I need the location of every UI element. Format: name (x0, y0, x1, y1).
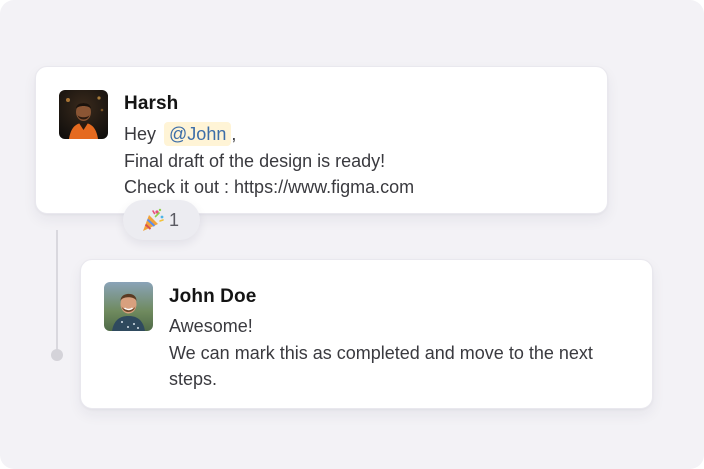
mention-tag[interactable]: @John (164, 122, 232, 146)
message-card-harsh[interactable]: Harsh Hey @John, Final draft of the desi… (35, 66, 608, 214)
greeting-text: Hey (124, 124, 157, 144)
message-line-2: We can mark this as completed and move t… (169, 342, 593, 390)
message-line-3: Check it out : https://www.figma.com (124, 177, 415, 197)
avatar-john-doe[interactable] (104, 282, 153, 331)
comment-thread-canvas: Harsh Hey @John, Final draft of the desi… (0, 0, 704, 469)
message-body: Hey @John, Final draft of the design is … (124, 121, 414, 201)
message-card-john-doe[interactable]: John Doe Awesome! We can mark this as co… (80, 259, 653, 409)
author-name[interactable]: Harsh (124, 93, 178, 115)
message-line-1: Hey @John, (124, 121, 414, 148)
message-line-2: Final draft of the design is ready! (124, 150, 386, 171)
avatar-harsh[interactable] (59, 90, 108, 139)
message-line-1: Awesome! (169, 316, 253, 336)
avatar-john-doe-photo (104, 282, 153, 331)
greeting-suffix: , (231, 124, 237, 144)
thread-connector-line (56, 230, 58, 354)
thread-connector-dot (51, 349, 63, 361)
avatar-harsh-photo (59, 90, 108, 139)
party-popper-icon (140, 207, 166, 233)
reaction-count: 1 (169, 209, 180, 230)
reaction-pill[interactable]: 1 (123, 200, 200, 240)
message-body: Awesome! We can mark this as completed a… (169, 313, 629, 393)
author-name[interactable]: John Doe (169, 286, 256, 308)
